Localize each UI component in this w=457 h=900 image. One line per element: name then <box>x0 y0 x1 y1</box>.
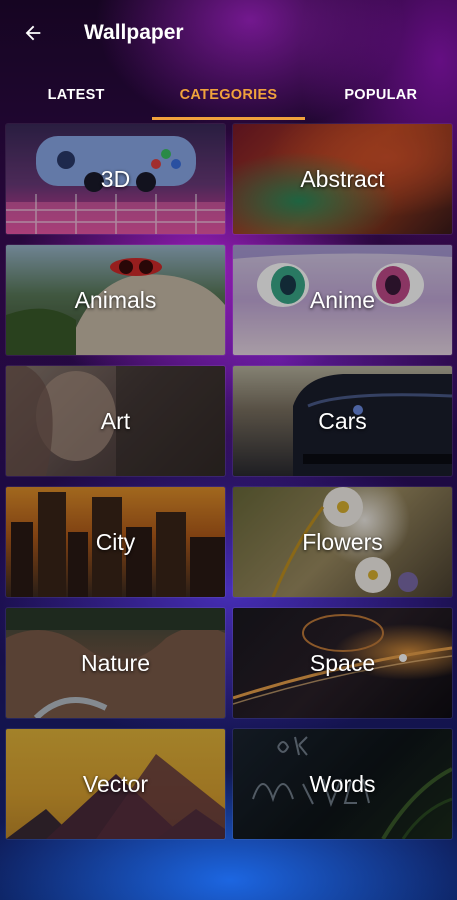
arrow-left-icon <box>25 25 41 41</box>
category-tile-art[interactable]: Art <box>6 366 225 476</box>
category-tile-nature[interactable]: Nature <box>6 608 225 718</box>
category-label: Flowers <box>302 528 383 555</box>
category-tile-vector[interactable]: Vector <box>6 729 225 839</box>
category-grid: 3D Abstract Animals Anime Art Cars City … <box>6 124 452 839</box>
back-button[interactable] <box>18 18 48 48</box>
category-tile-words[interactable]: Words <box>233 729 452 839</box>
page-title: Wallpaper <box>84 21 184 44</box>
category-label: Anime <box>309 286 376 313</box>
category-label: Words <box>309 770 376 797</box>
category-label: Abstract <box>300 165 385 192</box>
category-label: Animals <box>74 286 157 313</box>
app-bar: Wallpaper <box>0 0 457 66</box>
category-tile-anime[interactable]: Anime <box>233 245 452 355</box>
tab-popular[interactable]: POPULAR <box>305 70 457 120</box>
category-label: City <box>95 528 136 555</box>
tab-categories[interactable]: CATEGORIES <box>152 70 305 120</box>
category-tile-abstract[interactable]: Abstract <box>233 124 452 234</box>
tab-latest[interactable]: LATEST <box>0 70 152 120</box>
category-label: Vector <box>82 770 149 797</box>
category-tile-space[interactable]: Space <box>233 608 452 718</box>
category-label: Nature <box>80 649 151 676</box>
category-label: Art <box>100 407 131 434</box>
category-label: Cars <box>318 407 367 434</box>
category-tile-cars[interactable]: Cars <box>233 366 452 476</box>
category-label: Space <box>309 649 376 676</box>
category-label: 3D <box>100 165 131 192</box>
category-tile-animals[interactable]: Animals <box>6 245 225 355</box>
category-tile-city[interactable]: City <box>6 487 225 597</box>
category-tile-flowers[interactable]: Flowers <box>233 487 452 597</box>
category-tile-3d[interactable]: 3D <box>6 124 225 234</box>
tab-bar: LATEST CATEGORIES POPULAR <box>0 70 457 120</box>
